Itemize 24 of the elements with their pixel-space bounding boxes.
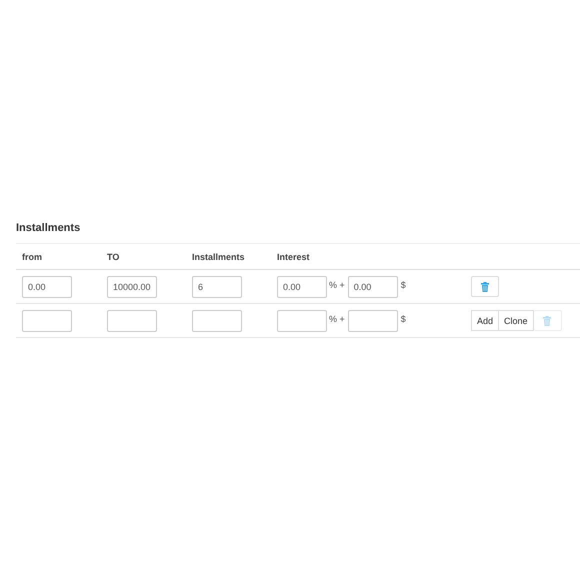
column-header: Interest <box>277 252 310 262</box>
column-header: TO <box>107 252 120 262</box>
column-header: from <box>22 252 42 262</box>
delete-button[interactable] <box>471 276 499 297</box>
currency-label: $ <box>400 280 406 290</box>
input-field[interactable] <box>277 310 327 332</box>
input-field[interactable] <box>348 310 398 332</box>
input-field[interactable] <box>192 310 242 332</box>
trash-icon <box>481 282 489 292</box>
input-field[interactable] <box>22 310 72 332</box>
section-title: Installments <box>16 222 82 234</box>
currency-label: $ <box>400 314 406 324</box>
percent-plus-label: % + <box>329 280 345 290</box>
input-field[interactable]: 0.00 <box>22 276 72 298</box>
action-button[interactable]: Add <box>471 310 500 331</box>
input-field[interactable]: 6 <box>192 276 242 298</box>
input-field[interactable]: 0.00 <box>348 276 398 298</box>
percent-plus-label: % + <box>329 314 345 324</box>
column-header: Installments <box>192 252 245 262</box>
action-button[interactable]: Clone <box>499 310 534 331</box>
trash-icon <box>543 316 552 326</box>
input-field[interactable]: 10000.00 <box>107 276 157 298</box>
input-field[interactable] <box>107 310 157 332</box>
input-field[interactable]: 0.00 <box>277 276 327 298</box>
